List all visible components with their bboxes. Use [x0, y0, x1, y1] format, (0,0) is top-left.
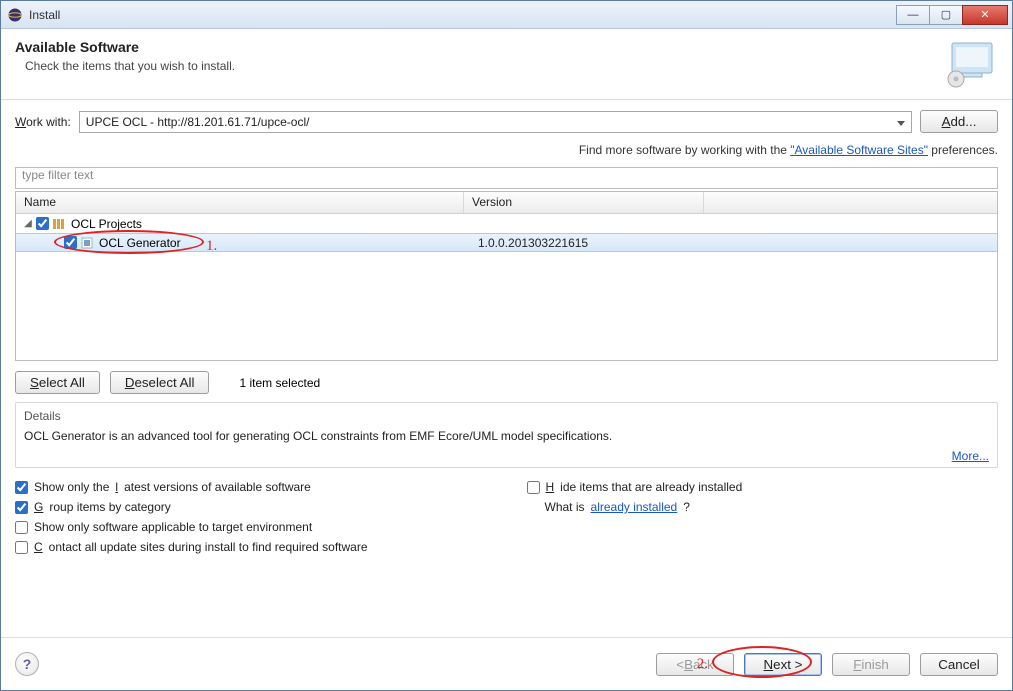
- details-header: Details: [24, 409, 989, 423]
- sites-hint: Find more software by working with the "…: [15, 143, 998, 157]
- column-name[interactable]: Name: [16, 192, 464, 213]
- option-group-category[interactable]: Group items by category: [15, 500, 487, 514]
- hide-installed-checkbox[interactable]: [527, 481, 540, 494]
- deselect-all-button[interactable]: Deselect All: [110, 371, 210, 394]
- applicable-env-checkbox[interactable]: [15, 521, 28, 534]
- dialog-footer: ? < Back Next > Finish Cancel 2.: [1, 637, 1012, 690]
- page-title: Available Software: [15, 39, 235, 55]
- back-button: < Back: [656, 653, 734, 676]
- option-contact-sites[interactable]: Contact all update sites during install …: [15, 540, 487, 554]
- options: Show only the latest versions of availab…: [15, 480, 998, 554]
- install-dialog: Install — ▢ ✕ Available Software Check t…: [0, 0, 1013, 691]
- cancel-button[interactable]: Cancel: [920, 653, 998, 676]
- window-buttons: — ▢ ✕: [897, 5, 1008, 25]
- minimize-button[interactable]: —: [896, 5, 930, 25]
- expand-toggle-icon[interactable]: ◢: [22, 218, 34, 229]
- feature-icon: [81, 237, 95, 249]
- select-all-button[interactable]: Select All: [15, 371, 100, 394]
- already-installed-link[interactable]: already installed: [591, 500, 678, 514]
- maximize-button[interactable]: ▢: [929, 5, 963, 25]
- install-icon: [942, 39, 998, 89]
- titlebar[interactable]: Install — ▢ ✕: [1, 1, 1012, 29]
- tree-header: Name Version: [16, 192, 997, 214]
- item-label: OCL Generator: [99, 236, 181, 250]
- contact-sites-checkbox[interactable]: [15, 541, 28, 554]
- category-label: OCL Projects: [71, 217, 142, 231]
- window-title: Install: [29, 8, 897, 22]
- tree-body[interactable]: ◢ OCL Projects OCL Generator: [16, 214, 997, 360]
- item-checkbox[interactable]: [64, 236, 77, 249]
- page-subtitle: Check the items that you wish to install…: [25, 59, 235, 73]
- column-blank: [704, 192, 997, 213]
- option-hide-installed[interactable]: Hide items that are already installed: [527, 480, 999, 494]
- column-version[interactable]: Version: [464, 192, 704, 213]
- show-latest-checkbox[interactable]: [15, 481, 28, 494]
- category-checkbox[interactable]: [36, 217, 49, 230]
- category-icon: [53, 218, 67, 230]
- already-installed-hint: What is already installed?: [545, 500, 999, 514]
- filter-input[interactable]: type filter text: [15, 167, 998, 189]
- workwith-label: Work with:: [15, 115, 71, 129]
- footer-buttons: < Back Next > Finish Cancel: [656, 653, 998, 676]
- workwith-combo[interactable]: UPCE OCL - http://81.201.61.71/upce-ocl/: [79, 111, 912, 133]
- help-icon[interactable]: ?: [15, 652, 39, 676]
- close-button[interactable]: ✕: [962, 5, 1008, 25]
- dialog-header: Available Software Check the items that …: [1, 29, 1012, 100]
- next-button[interactable]: Next >: [744, 653, 822, 676]
- workwith-row: Work with: UPCE OCL - http://81.201.61.7…: [15, 110, 998, 133]
- group-category-checkbox[interactable]: [15, 501, 28, 514]
- eclipse-icon: [7, 7, 23, 23]
- software-tree: Name Version ◢ OCL Projects: [15, 191, 998, 361]
- tree-item-row[interactable]: OCL Generator 1.0.0.201303221615: [16, 233, 997, 252]
- item-count: 1 item selected: [239, 376, 320, 390]
- details-box: Details OCL Generator is an advanced too…: [15, 402, 998, 468]
- finish-button: Finish: [832, 653, 910, 676]
- add-button[interactable]: Add...: [920, 110, 998, 133]
- option-show-latest[interactable]: Show only the latest versions of availab…: [15, 480, 487, 494]
- tree-category-row[interactable]: ◢ OCL Projects: [16, 214, 997, 233]
- details-more-link[interactable]: More...: [952, 449, 989, 463]
- dialog-body: Work with: UPCE OCL - http://81.201.61.7…: [1, 100, 1012, 637]
- details-text: OCL Generator is an advanced tool for ge…: [24, 429, 989, 443]
- selection-row: Select All Deselect All 1 item selected: [15, 371, 998, 394]
- option-applicable-env[interactable]: Show only software applicable to target …: [15, 520, 487, 534]
- item-version: 1.0.0.201303221615: [470, 236, 710, 250]
- available-sites-link[interactable]: "Available Software Sites": [790, 143, 928, 157]
